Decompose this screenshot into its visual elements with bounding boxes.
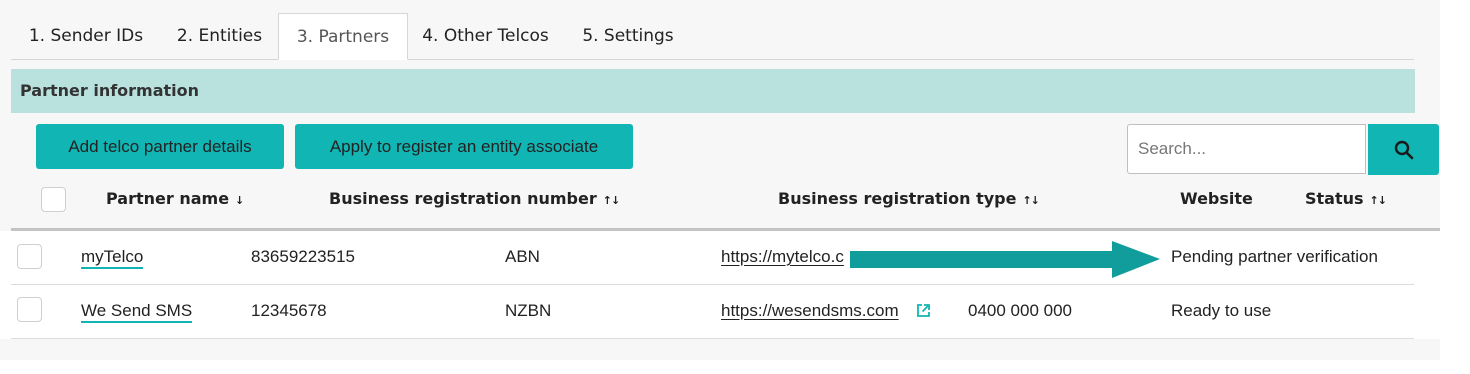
status-text: Ready to use — [1171, 301, 1272, 320]
sort-icon[interactable]: ↑↓ — [603, 194, 620, 207]
external-link-icon[interactable] — [916, 303, 931, 318]
table-toolbar: Add telco partner details Apply to regis… — [11, 113, 1440, 241]
tab-other-telcos[interactable]: 4. Other Telcos — [408, 13, 563, 59]
tab-settings[interactable]: 5. Settings — [571, 13, 685, 59]
section-header: Partner information — [11, 69, 1415, 113]
search-button[interactable] — [1368, 124, 1439, 175]
col-business-registration-type[interactable]: Business registration type ↑↓ — [778, 189, 1040, 208]
website-url[interactable]: https://wesendsms.com — [721, 301, 899, 320]
col-brn-label: Business registration number — [329, 189, 597, 208]
apply-register-entity-button[interactable]: Apply to register an entity associate — [295, 124, 633, 169]
sort-icon[interactable]: ↑↓ — [1022, 194, 1039, 207]
status-text: Pending partner verification — [1171, 247, 1378, 266]
website-link[interactable]: https://wesendsms.com — [721, 301, 899, 321]
row-checkbox[interactable] — [17, 244, 42, 269]
tab-entities[interactable]: 2. Entities — [161, 13, 278, 59]
partner-name-link[interactable]: We Send SMS — [81, 301, 193, 323]
section-title: Partner information — [20, 81, 200, 100]
arrow-right-icon — [850, 241, 1160, 278]
select-all-checkbox[interactable] — [41, 187, 66, 212]
col-partner-name-label: Partner name — [106, 189, 230, 208]
phone-number: 0400 000 000 — [968, 301, 1072, 320]
website-link[interactable]: https://mytelco.c — [721, 247, 844, 267]
tab-sender-ids[interactable]: 1. Sender IDs — [11, 13, 161, 59]
col-partner-name[interactable]: Partner name ↓ — [106, 189, 244, 208]
tab-partners[interactable]: 3. Partners — [278, 13, 408, 60]
col-business-registration-number[interactable]: Business registration number ↑↓ — [329, 189, 620, 208]
col-brt-label: Business registration type — [778, 189, 1017, 208]
search-icon — [1394, 140, 1414, 160]
registration-type: ABN — [505, 247, 540, 266]
sort-desc-icon[interactable]: ↓ — [235, 194, 244, 207]
col-website: Website — [1180, 189, 1253, 208]
registration-number: 12345678 — [251, 301, 327, 320]
row-checkbox[interactable] — [17, 297, 42, 322]
partner-name-link[interactable]: myTelco — [81, 247, 144, 269]
col-status[interactable]: Status ↑↓ — [1305, 189, 1387, 208]
row-divider — [11, 338, 1414, 339]
search-input[interactable]: Search... — [1127, 124, 1366, 174]
sort-icon[interactable]: ↑↓ — [1370, 194, 1387, 207]
add-telco-partner-button[interactable]: Add telco partner details — [36, 124, 284, 169]
col-website-label: Website — [1180, 189, 1253, 208]
right-margin — [1440, 0, 1470, 374]
registration-number: 83659223515 — [251, 247, 356, 266]
partner-name[interactable]: We Send SMS — [81, 301, 193, 323]
tab-bar: 1. Sender IDs 2. Entities 3. Partners 4.… — [11, 13, 1414, 60]
registration-type: NZBN — [505, 301, 552, 320]
partner-name[interactable]: myTelco — [81, 247, 144, 269]
website-url[interactable]: https://mytelco.c — [721, 247, 844, 266]
col-status-label: Status — [1305, 189, 1364, 208]
